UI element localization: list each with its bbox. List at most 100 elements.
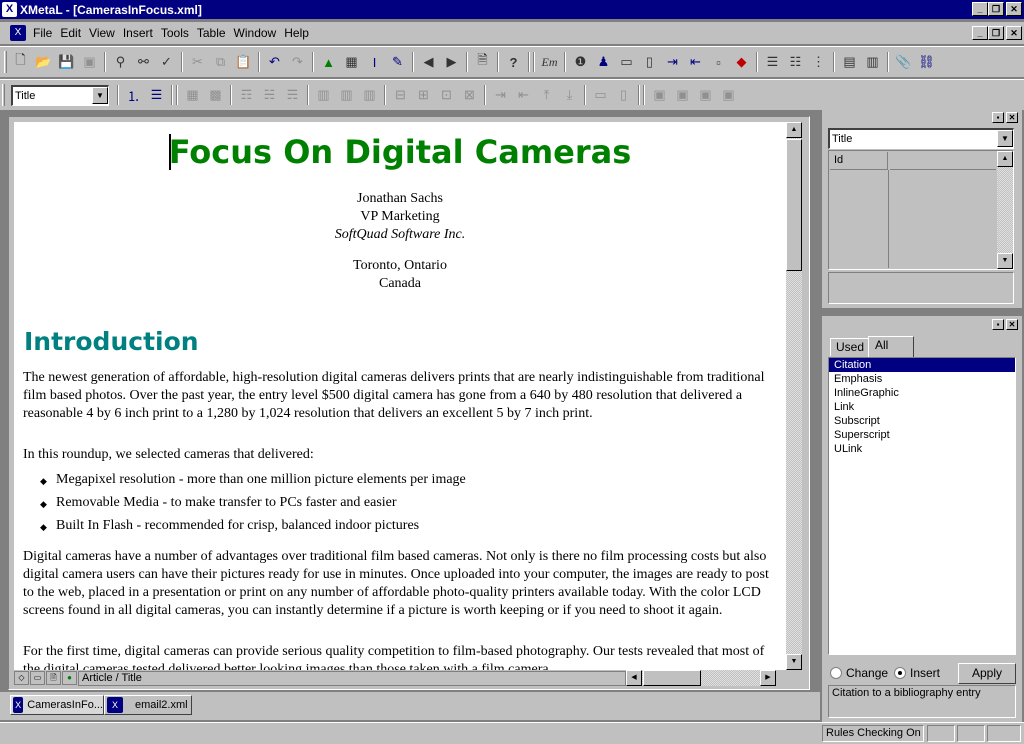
menu-tools[interactable]: Tools [158, 26, 194, 40]
insert-after-icon[interactable]: ⇤ [684, 51, 707, 73]
forward-arrow-icon[interactable]: ▶ [440, 51, 463, 73]
restore-window-button[interactable]: ❐ [988, 2, 1004, 16]
menu-table[interactable]: Table [194, 26, 231, 40]
split-cell-down-icon[interactable]: ⊠ [458, 84, 481, 106]
chain-link-icon[interactable]: ⛓ [915, 51, 938, 73]
document-title[interactable]: Focus On Digital Cameras [14, 132, 786, 172]
browser-preview-icon[interactable]: ● [62, 671, 77, 685]
paperclip-icon[interactable]: 📎 [892, 51, 915, 73]
list-item[interactable]: Superscript [829, 428, 1015, 442]
paragraph-3[interactable]: Digital cameras have a number of advanta… [23, 548, 775, 620]
insert-before-icon[interactable]: ⇥ [661, 51, 684, 73]
help-icon[interactable]: ? [502, 51, 525, 73]
document-system-icon[interactable]: X [10, 25, 26, 41]
page-icon[interactable]: ▯ [638, 51, 661, 73]
scroll-down-icon[interactable]: ▼ [997, 253, 1013, 269]
attribute-value-field[interactable] [890, 152, 996, 170]
location-city[interactable]: Toronto, Ontario [14, 257, 786, 275]
menu-edit[interactable]: Edit [57, 26, 86, 40]
merge-right-icon[interactable]: ⇥ [489, 84, 512, 106]
document-horizontal-scrollbar[interactable]: ◀ ▶ [626, 670, 776, 686]
scroll-right-icon[interactable]: ▶ [760, 670, 776, 686]
normal-view-icon[interactable]: ▥ [861, 51, 884, 73]
section-heading[interactable]: Introduction [24, 326, 199, 358]
doc-minimize-button[interactable]: _ [972, 26, 988, 40]
delete-row-icon[interactable]: ☴ [281, 84, 304, 106]
location-country[interactable]: Canada [14, 275, 786, 293]
tags-view-icon[interactable]: ◇ [14, 671, 29, 685]
table-properties-icon[interactable]: ▦ [181, 84, 204, 106]
insert-row-above-icon[interactable]: ☶ [235, 84, 258, 106]
list-item[interactable]: Citation [829, 358, 1015, 372]
tab-used[interactable]: Used [830, 338, 871, 356]
split-cell-right-icon[interactable]: ⊞ [412, 84, 435, 106]
panel-restore-button[interactable]: ▪ [992, 112, 1004, 123]
table-header-icon[interactable]: ▩ [204, 84, 227, 106]
list-item[interactable]: Built In Flash - recommended for crisp, … [40, 517, 419, 536]
insert-row-below-icon[interactable]: ☵ [258, 84, 281, 106]
tags-on-icon[interactable]: ▤ [838, 51, 861, 73]
new-file-icon[interactable]: 🗋 [9, 51, 32, 73]
back-arrow-icon[interactable]: ◀ [417, 51, 440, 73]
scroll-thumb[interactable] [786, 139, 802, 271]
xmetal-app-icon[interactable]: X [2, 2, 17, 17]
link-icon[interactable]: ✎ [386, 51, 409, 73]
chevron-down-icon[interactable]: ▼ [92, 86, 108, 104]
bulleted-list-icon[interactable]: ☰ [145, 84, 168, 106]
change-radio[interactable] [830, 667, 842, 679]
insert-image-icon[interactable]: ▲ [317, 51, 340, 73]
delete-column-icon[interactable]: ▥ [358, 84, 381, 106]
emphasis-button[interactable]: Em [538, 51, 561, 73]
menu-insert[interactable]: Insert [120, 26, 158, 40]
author-title[interactable]: VP Marketing [14, 208, 786, 226]
split-cell-up-icon[interactable]: ⊡ [435, 84, 458, 106]
panel-close-icon[interactable]: ✕ [1006, 112, 1018, 123]
numbered-list-icon[interactable]: ⒈ [122, 84, 145, 106]
scroll-down-icon[interactable]: ▼ [786, 654, 802, 670]
blank-page-icon[interactable]: ▫ [707, 51, 730, 73]
element-combo[interactable]: Title ▼ [828, 128, 1014, 149]
person-icon[interactable]: ♟ [592, 51, 615, 73]
cut-icon[interactable]: ✂ [186, 51, 209, 73]
cell-align-icon[interactable]: ▭ [589, 84, 612, 106]
plain-text-view-icon[interactable]: 🗎 [46, 671, 61, 685]
change-option[interactable]: Change [830, 666, 888, 680]
element-list[interactable]: Citation Emphasis InlineGraphic Link Sub… [828, 357, 1016, 655]
tab-email2[interactable]: X email2.xml [104, 695, 192, 715]
list-view-icon[interactable]: ☰ [761, 51, 784, 73]
list-item[interactable]: Megapixel resolution - more than one mil… [40, 471, 466, 490]
menu-window[interactable]: Window [231, 26, 282, 40]
find-replace-icon[interactable]: ⚯ [132, 51, 155, 73]
paste-icon[interactable]: 📋 [232, 51, 255, 73]
insert-column-right-icon[interactable]: ▥ [335, 84, 358, 106]
split-cell-left-icon[interactable]: ⊟ [389, 84, 412, 106]
apply-button[interactable]: Apply [958, 663, 1016, 684]
chevron-down-icon[interactable]: ▼ [997, 130, 1013, 147]
list-item[interactable]: Removable Media - to make transfer to PC… [40, 494, 397, 513]
list-item[interactable]: Subscript [829, 414, 1015, 428]
list-item[interactable]: ULink [829, 442, 1015, 456]
tab-all[interactable]: All [868, 336, 914, 357]
citation-icon[interactable]: ❶ [569, 51, 592, 73]
redo-icon[interactable]: ↷ [286, 51, 309, 73]
panel-close-icon[interactable]: ✕ [1006, 319, 1018, 330]
cell-format-4-icon[interactable]: ▣ [717, 84, 740, 106]
cell-format-1-icon[interactable]: ▣ [648, 84, 671, 106]
attribute-list-icon[interactable]: ☷ [784, 51, 807, 73]
scroll-up-icon[interactable]: ▲ [786, 122, 802, 138]
panel-restore-button[interactable]: ▪ [992, 319, 1004, 330]
menu-file[interactable]: File [30, 26, 57, 40]
attribute-scrollbar[interactable]: ▲ ▼ [997, 151, 1013, 269]
paragraph-2[interactable]: In this roundup, we selected cameras tha… [23, 446, 775, 464]
horizontal-scroll-thumb[interactable] [643, 670, 701, 686]
list-item[interactable]: Link [829, 400, 1015, 414]
paragraph-4[interactable]: For the first time, digital cameras can … [23, 643, 775, 670]
toolbar-grip[interactable] [4, 51, 7, 73]
insert-table-icon[interactable]: ▦ [340, 51, 363, 73]
book-icon[interactable]: ◆ [730, 51, 753, 73]
insert-option[interactable]: Insert [894, 666, 940, 680]
author-company[interactable]: SoftQuad Software Inc. [14, 226, 786, 244]
save-all-icon[interactable]: ▣ [78, 51, 101, 73]
document-editor[interactable]: Focus On Digital Cameras Jonathan Sachs … [14, 122, 786, 670]
close-window-button[interactable]: ✕ [1006, 2, 1022, 16]
